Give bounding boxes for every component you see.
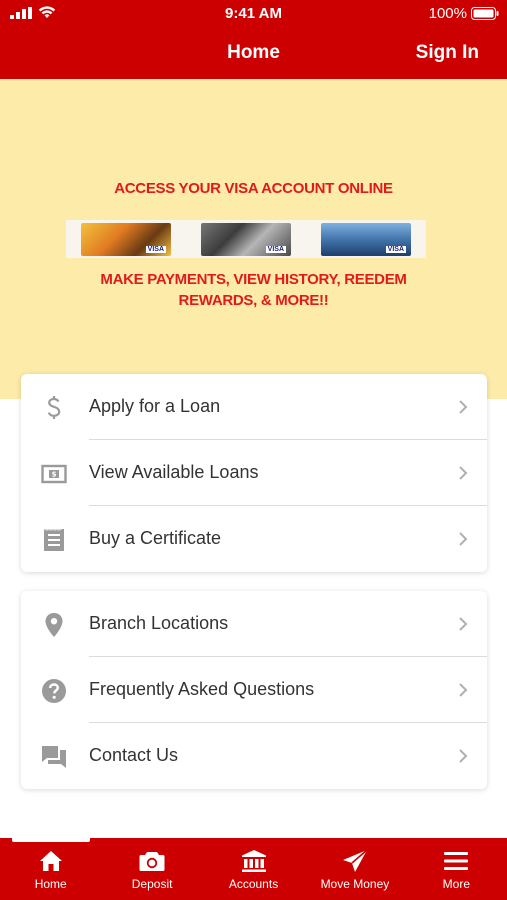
svg-text:$: $ (52, 471, 57, 479)
chevron-right-icon (459, 532, 468, 546)
chat-icon (41, 744, 67, 770)
menu-item-label: Branch Locations (89, 613, 229, 633)
certificate-icon (41, 527, 67, 553)
tab-label: Home (34, 877, 67, 891)
app-header: 9:41 AM 100% Home Sign In (0, 0, 507, 79)
tab-more[interactable]: More (406, 838, 507, 900)
camera-icon (139, 848, 165, 874)
loans-menu-card: Apply for a Loan $ View Available Loans … (21, 374, 487, 572)
menu-item-label: Frequently Asked Questions (89, 679, 315, 699)
banner-subtext: MAKE PAYMENTS, VIEW HISTORY, REEDEM REWA… (0, 269, 507, 311)
tab-accounts[interactable]: Accounts (203, 838, 304, 900)
menu-item-label: Contact Us (89, 745, 179, 765)
location-pin-icon (41, 612, 67, 638)
menu-icon (443, 848, 469, 874)
menu-item-faq[interactable]: Frequently Asked Questions (21, 657, 487, 723)
status-bar: 9:41 AM 100% (0, 0, 507, 28)
promo-banner[interactable]: ACCESS YOUR VISA ACCOUNT ONLINE VISA VIS… (0, 79, 507, 399)
visa-logo: VISA (385, 245, 406, 253)
visa-card-image-1: VISA (81, 222, 171, 256)
menu-item-branch-locations[interactable]: Branch Locations (21, 591, 487, 657)
chevron-right-icon (459, 617, 468, 631)
chevron-right-icon (459, 683, 468, 697)
tab-label: Deposit (131, 877, 173, 891)
visa-cards-strip: VISA VISA VISA (66, 220, 426, 258)
banner-headline: ACCESS YOUR VISA ACCOUNT ONLINE (114, 180, 393, 197)
banner-subtext-line-2: REWARDS, & MORE!! (178, 292, 329, 309)
menu-item-buy-certificate[interactable]: Buy a Certificate (21, 506, 487, 572)
menu-item-apply-loan[interactable]: Apply for a Loan (21, 374, 487, 440)
battery-icon (471, 7, 499, 20)
sign-in-button[interactable]: Sign In (416, 42, 479, 64)
menu-item-label: View Available Loans (89, 462, 259, 482)
visa-card-image-3: VISA (321, 222, 411, 256)
visa-logo: VISA (265, 245, 286, 253)
menu-item-label: Apply for a Loan (89, 396, 221, 416)
bank-icon (241, 848, 267, 874)
help-circle-icon (41, 678, 67, 704)
battery-percent: 100% (428, 5, 467, 22)
dollar-icon (41, 395, 67, 421)
menu-item-contact-us[interactable]: Contact Us (21, 723, 487, 789)
tab-label: Move Money (320, 877, 390, 891)
menu-item-label: Buy a Certificate (89, 528, 222, 548)
tab-home[interactable]: Home (0, 838, 101, 900)
info-menu-card: Branch Locations Frequently Asked Questi… (21, 591, 487, 789)
tab-deposit[interactable]: Deposit (101, 838, 202, 900)
tab-label: Accounts (228, 877, 279, 891)
banner-subtext-line-1: MAKE PAYMENTS, VIEW HISTORY, REEDEM (100, 271, 407, 288)
bill-icon: $ (41, 461, 67, 487)
bottom-tab-bar: Home Deposit Accounts Move Money More (0, 838, 507, 900)
chevron-right-icon (459, 466, 468, 480)
visa-card-image-2: VISA (201, 222, 291, 256)
chevron-right-icon (459, 400, 468, 414)
active-tab-indicator (12, 838, 90, 842)
send-icon (342, 848, 368, 874)
home-icon (38, 848, 64, 874)
menu-item-view-loans[interactable]: $ View Available Loans (21, 440, 487, 506)
tab-label: More (442, 877, 470, 891)
battery-status: 100% (429, 5, 499, 22)
visa-logo: VISA (145, 245, 166, 253)
chevron-right-icon (459, 749, 468, 763)
tab-move-money[interactable]: Move Money (304, 838, 405, 900)
